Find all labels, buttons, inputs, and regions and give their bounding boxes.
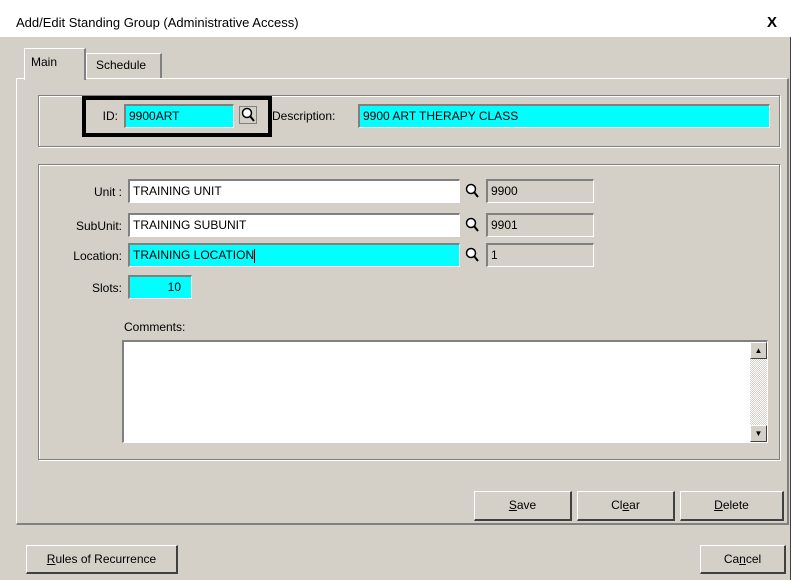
title-bar: Add/Edit Standing Group (Administrative … bbox=[0, 0, 791, 37]
clear-button[interactable]: Clear bbox=[577, 491, 675, 521]
dialog-window: Add/Edit Standing Group (Administrative … bbox=[0, 0, 791, 580]
comments-textarea[interactable]: ▲ ▼ bbox=[122, 340, 768, 443]
subunit-field[interactable]: TRAINING SUBUNIT bbox=[128, 213, 460, 237]
tab-main[interactable]: Main bbox=[24, 48, 86, 80]
unit-code-field: 9900 bbox=[486, 179, 594, 203]
cancel-button-accesskey: n bbox=[739, 552, 746, 566]
rules-button-label: ules of Recurrence bbox=[55, 552, 157, 566]
save-button[interactable]: Save bbox=[474, 491, 572, 521]
cancel-button-label-post: cel bbox=[745, 552, 762, 566]
id-callout-box bbox=[82, 96, 272, 137]
location-label: Location: bbox=[73, 249, 122, 263]
subunit-label: SubUnit: bbox=[75, 219, 122, 233]
clear-button-label-post: ar bbox=[629, 498, 640, 512]
comments-label: Comments: bbox=[124, 320, 186, 334]
clear-button-label-pre: Cl bbox=[611, 498, 623, 512]
save-button-label: ave bbox=[516, 498, 537, 512]
location-lookup-magnifier-icon[interactable] bbox=[460, 244, 484, 266]
unit-lookup-magnifier-icon[interactable] bbox=[460, 180, 484, 202]
cancel-button[interactable]: Cancel bbox=[700, 545, 786, 574]
scroll-down-arrow-icon[interactable]: ▼ bbox=[750, 425, 767, 442]
comments-scrollbar[interactable]: ▲ ▼ bbox=[750, 342, 767, 442]
subunit-lookup-magnifier-icon[interactable] bbox=[460, 214, 484, 236]
text-caret bbox=[254, 248, 256, 263]
slots-field[interactable]: 10 bbox=[128, 275, 192, 299]
delete-button-label: elete bbox=[722, 498, 749, 512]
description-label: Description: bbox=[272, 109, 336, 123]
tab-schedule[interactable]: Schedule bbox=[86, 53, 162, 78]
location-value: TRAINING LOCATION bbox=[133, 248, 255, 262]
tab-schedule-label: Schedule bbox=[96, 58, 147, 72]
tab-main-label: Main bbox=[31, 55, 58, 69]
delete-button-accesskey: D bbox=[714, 498, 723, 512]
location-field[interactable]: TRAINING LOCATION bbox=[128, 243, 460, 267]
description-field[interactable]: 9900 ART THERAPY CLASS bbox=[358, 104, 770, 128]
close-icon[interactable]: X bbox=[761, 13, 783, 33]
rules-of-recurrence-button[interactable]: Rules of Recurrence bbox=[26, 545, 178, 574]
unit-label: Unit : bbox=[93, 185, 122, 199]
scroll-up-arrow-icon[interactable]: ▲ bbox=[750, 342, 767, 359]
cancel-button-label-pre: Ca bbox=[723, 552, 740, 566]
window-title: Add/Edit Standing Group (Administrative … bbox=[16, 15, 299, 30]
unit-field[interactable]: TRAINING UNIT bbox=[128, 179, 460, 203]
save-button-accesskey: S bbox=[508, 498, 517, 512]
location-code-field: 1 bbox=[486, 243, 594, 267]
subunit-code-field: 9901 bbox=[486, 213, 594, 237]
slots-label: Slots: bbox=[91, 281, 122, 295]
delete-button[interactable]: Delete bbox=[680, 491, 784, 521]
